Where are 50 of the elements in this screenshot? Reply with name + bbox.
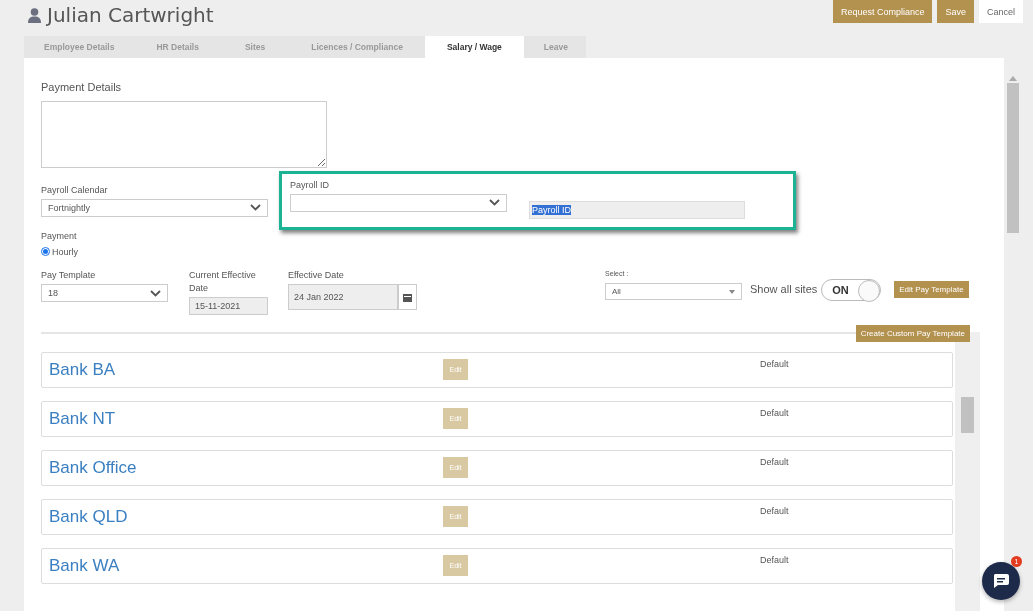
chevron-down-icon [150, 289, 161, 297]
scrollbar-thumb[interactable] [1006, 83, 1019, 233]
field-label: Current Effective Date [189, 269, 257, 296]
template-status: Default [760, 555, 790, 568]
header-button[interactable]: Save [937, 0, 974, 23]
date-field[interactable]: 15-11-2021 [189, 297, 268, 316]
template-name[interactable]: Bank QLD [49, 507, 443, 528]
scrollbar-thumb[interactable] [961, 397, 974, 434]
tab[interactable]: Licences / Compliance [289, 36, 425, 58]
employee-name: Julian Cartwright [47, 3, 214, 27]
template-status: Default [760, 457, 790, 470]
field-label: Payroll ID [290, 178, 330, 192]
template-status: Default [760, 408, 790, 421]
date-field[interactable]: 24 Jan 2022 [288, 284, 398, 311]
template-status: Default [760, 359, 790, 372]
tab[interactable]: Salary / Wage [424, 36, 524, 58]
chevron-down-icon [250, 204, 261, 212]
edit-pay-template-button[interactable]: Edit Pay Template [894, 281, 969, 299]
field-label: Payroll Calendar [41, 183, 109, 197]
template-name[interactable]: Bank WA [49, 556, 443, 577]
toggle-switch[interactable]: ON [821, 279, 882, 301]
template-name[interactable]: Bank BA [49, 360, 443, 381]
template-name[interactable]: Bank Office [49, 458, 443, 479]
site-select[interactable]: All [605, 283, 742, 301]
tab[interactable]: Leave [523, 36, 588, 58]
payment-details-field[interactable] [41, 100, 327, 168]
tab[interactable]: Employee Details [24, 36, 135, 58]
chevron-down-icon [489, 199, 500, 207]
tab[interactable]: HR Details [134, 36, 221, 58]
header-button[interactable]: Cancel [979, 0, 1023, 23]
calendar-icon [403, 292, 412, 302]
payroll-calendar-select[interactable]: Fortnightly [41, 199, 268, 217]
calendar-button[interactable] [398, 284, 417, 311]
field-label: Payment [41, 229, 78, 243]
payroll-id-field[interactable]: Payroll ID [529, 200, 745, 219]
payroll-id-select[interactable] [290, 194, 507, 212]
field-label: Pay Template [41, 269, 97, 282]
caret-icon [729, 289, 735, 294]
template-name[interactable]: Bank NT [49, 409, 443, 430]
header-button[interactable]: Request Compliance [832, 0, 933, 23]
radio-option[interactable]: Hourly [41, 247, 141, 257]
tab[interactable]: Sites [220, 36, 290, 58]
field-label: Payment Details [41, 80, 123, 95]
template-status: Default [760, 506, 790, 519]
field-label: Effective Date [288, 269, 345, 282]
chat-icon [993, 574, 1009, 588]
toggle-label: Show all sites [750, 282, 818, 297]
pay-template-select[interactable]: 18 [41, 284, 168, 303]
create-template-button[interactable]: Create Custom Pay Template [855, 325, 970, 343]
user-icon [28, 7, 41, 23]
